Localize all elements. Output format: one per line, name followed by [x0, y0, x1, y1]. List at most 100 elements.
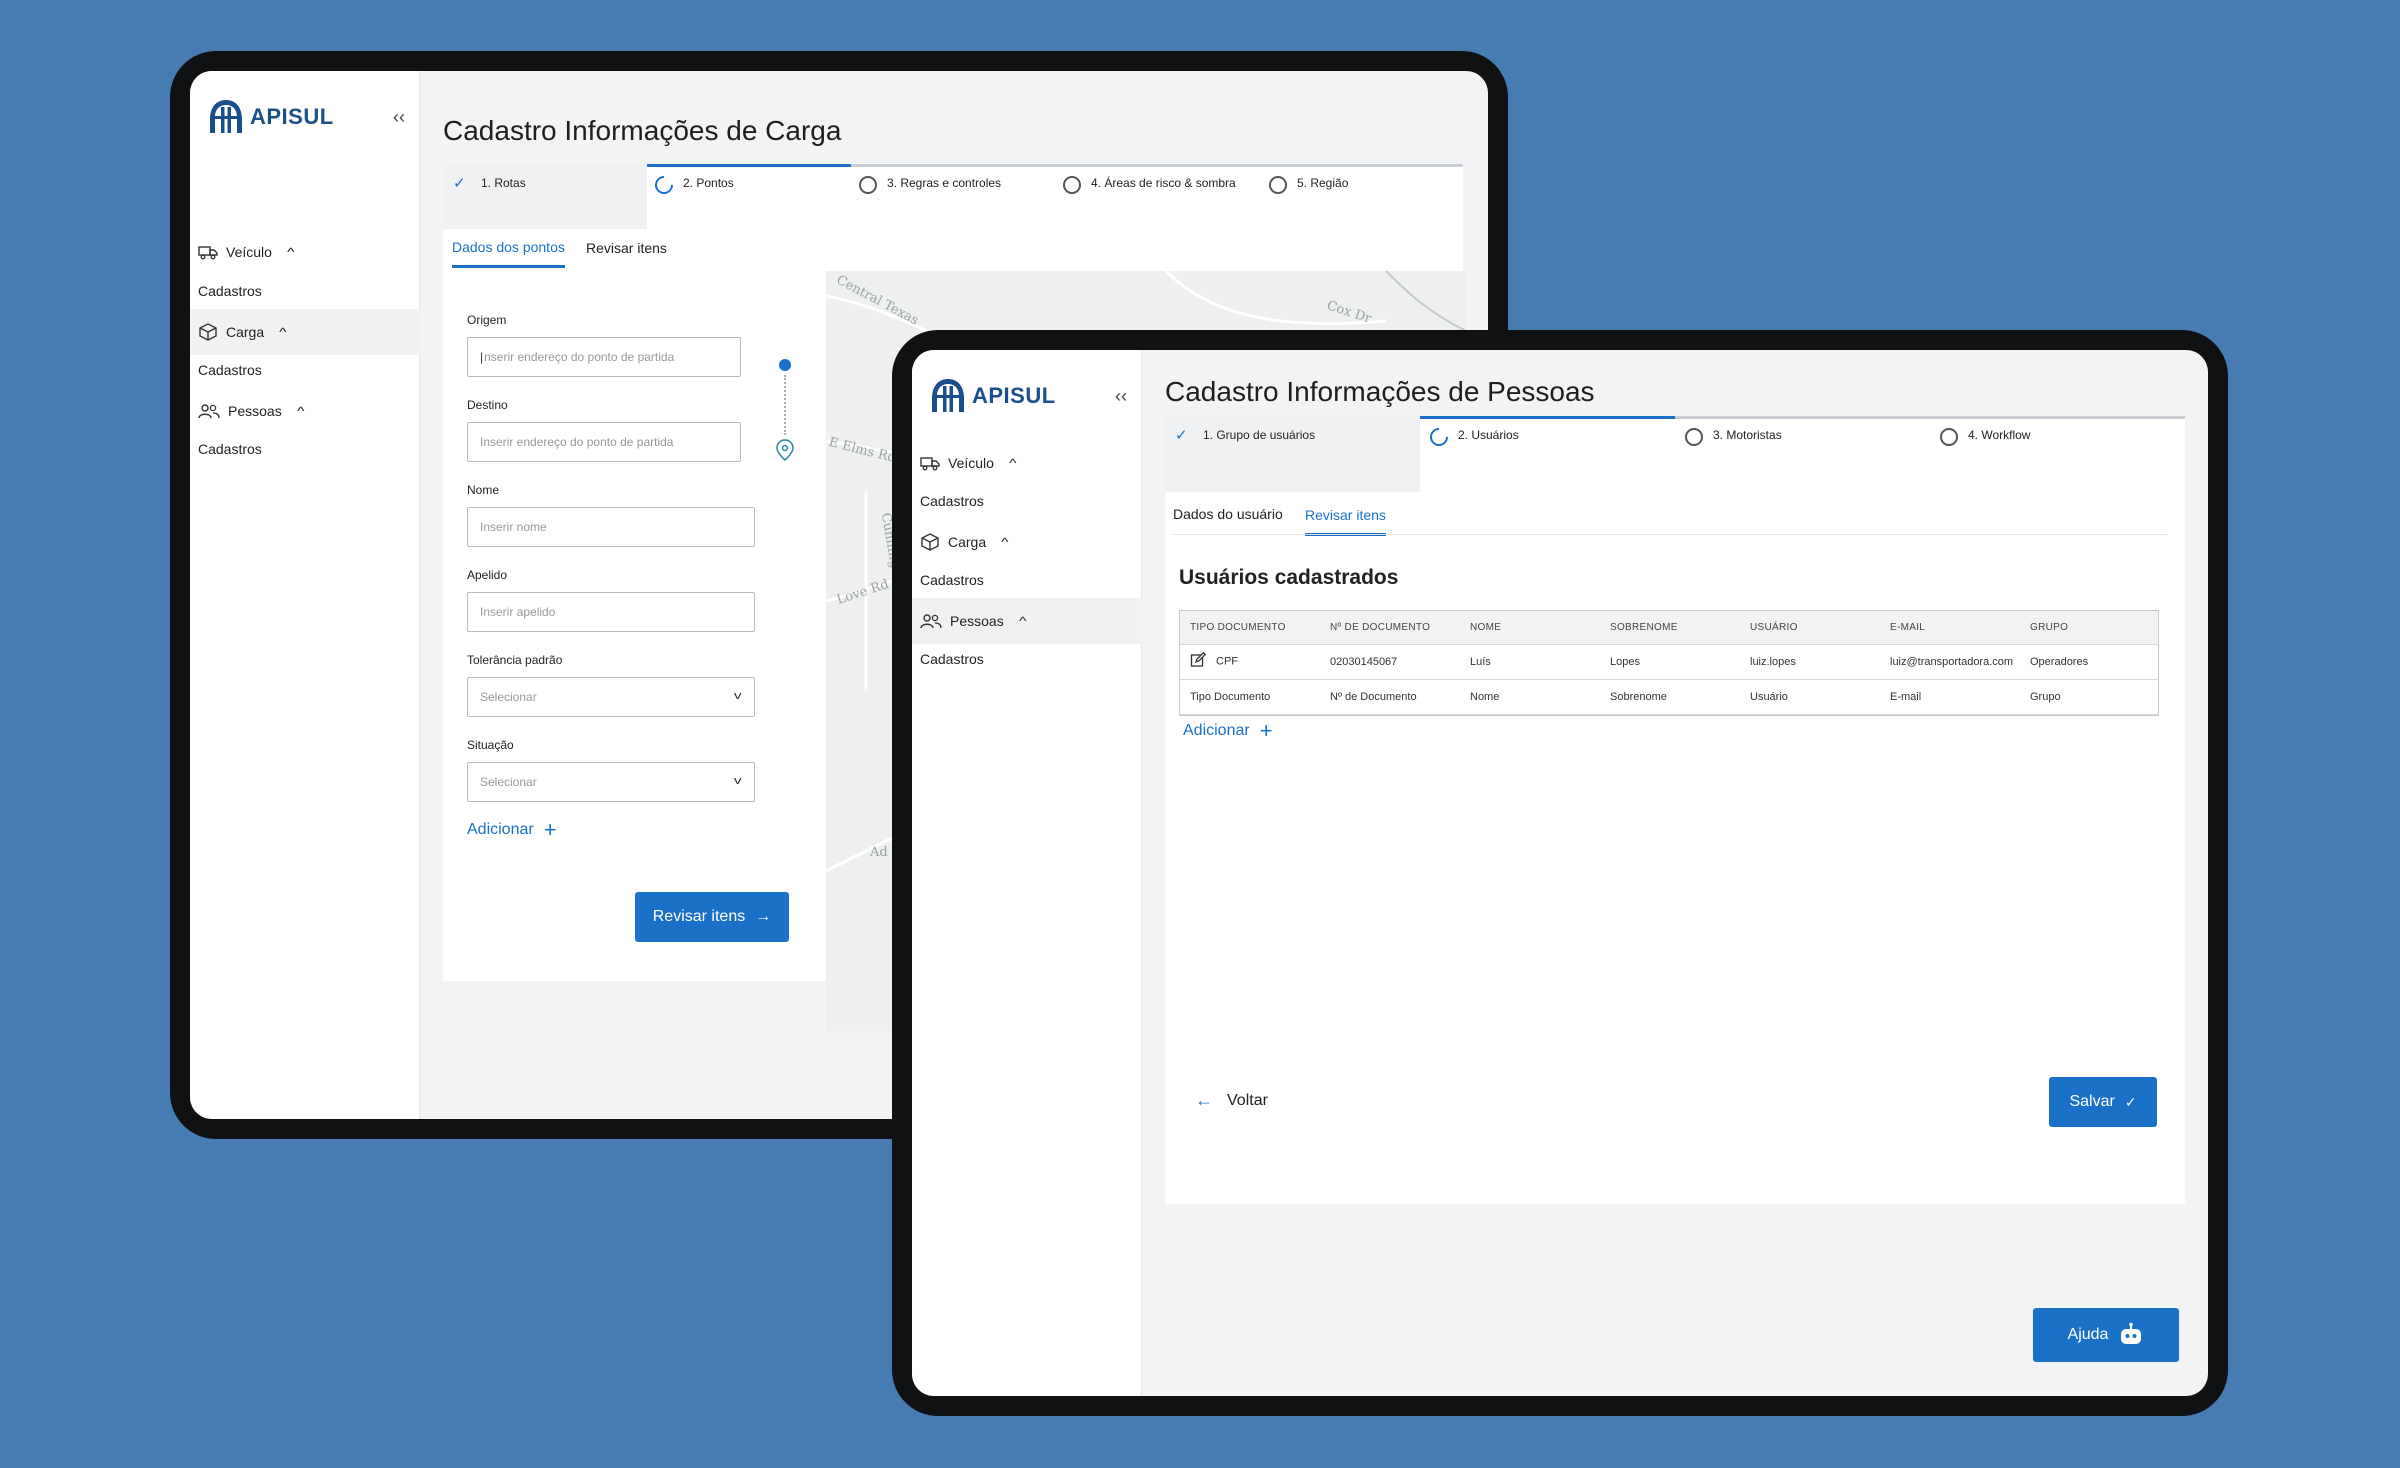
sidebar-subitem-cadastros[interactable]: Cadastros: [198, 441, 262, 457]
edit-icon[interactable]: [1190, 651, 1207, 671]
users-table-wrap: TIPO DOCUMENTO Nº DE DOCUMENTO NOME SOBR…: [1179, 610, 2159, 716]
tab-dados-do-usuario[interactable]: Dados do usuário: [1173, 506, 1283, 532]
step-label: 4. Áreas de risco & sombra: [1091, 176, 1236, 190]
route-connector: [784, 375, 786, 435]
in-progress-icon: [651, 172, 677, 198]
add-label: Adicionar: [467, 821, 534, 838]
select-value: Selecionar: [480, 690, 537, 704]
step-label: 2. Usuários: [1458, 428, 1519, 442]
sidebar-item-carga[interactable]: Carga ^: [912, 519, 1142, 565]
people-icon: [920, 614, 942, 629]
sidebar-subitem-cadastros[interactable]: Cadastros: [920, 651, 984, 667]
sidebar-item-veiculo[interactable]: Veículo ^: [912, 440, 1142, 486]
help-button[interactable]: Ajuda: [2033, 1308, 2179, 1362]
sidebar-subitem-cadastros[interactable]: Cadastros: [920, 572, 984, 588]
step-circle-icon: [859, 176, 877, 194]
chevron-down-icon: v: [733, 690, 742, 702]
box-icon: [921, 533, 939, 551]
table-cell: Nome: [1460, 679, 1600, 715]
table-row[interactable]: Tipo Documento Nº de Documento Nome Sobr…: [1180, 679, 2158, 715]
stepper: ✓ 1. Grupo de usuários 2. Usuários 3. Mo…: [1165, 416, 2185, 492]
step-pontos[interactable]: 2. Pontos: [651, 164, 859, 284]
sidebar: APISUL ‹‹ Veículo ^ Cadastros Carga ^ Ca…: [912, 350, 1142, 1396]
sidebar-item-pessoas[interactable]: Pessoas ^: [190, 388, 420, 434]
sidebar-subitem-cadastros[interactable]: Cadastros: [198, 283, 262, 299]
page-title: Cadastro Informações de Pessoas: [1165, 376, 1595, 407]
front-tablet: APISUL ‹‹ Veículo ^ Cadastros Carga ^ Ca…: [892, 330, 2228, 1416]
table-row[interactable]: CPF 02030145067 Luís Lopes luiz.lopes lu…: [1180, 644, 2158, 680]
sidebar-item-label: Carga: [226, 324, 265, 340]
page-title: Cadastro Informações de Carga: [443, 115, 842, 146]
tolerancia-select[interactable]: Selecionar v: [467, 677, 755, 717]
tab-revisar-itens[interactable]: Revisar itens: [586, 240, 667, 266]
column-header: TIPO DOCUMENTO: [1180, 611, 1320, 645]
step-motoristas[interactable]: 3. Motoristas: [1685, 416, 1930, 492]
table-cell: luiz.lopes: [1740, 644, 1880, 680]
step-circle-icon: [1940, 428, 1958, 446]
save-button[interactable]: Salvar ✓: [2049, 1077, 2157, 1127]
step-grupo-de-usuarios[interactable]: ✓ 1. Grupo de usuários: [1165, 416, 1420, 492]
step-rotas[interactable]: ✓ 1. Rotas: [443, 164, 647, 229]
destino-label: Destino: [467, 398, 508, 412]
table-cell: Operadores: [2020, 644, 2158, 680]
back-button[interactable]: ← Voltar: [1195, 1090, 1268, 1111]
section-title: Usuários cadastrados: [1179, 566, 1399, 589]
sidebar-item-pessoas[interactable]: Pessoas ^: [912, 598, 1142, 644]
step-label: 2. Pontos: [683, 176, 734, 190]
collapse-sidebar-icon[interactable]: ‹‹: [1115, 386, 1127, 407]
apisul-logo: APISUL: [206, 97, 334, 137]
apelido-input[interactable]: Inserir apelido: [467, 592, 755, 632]
table-cell: E-mail: [1880, 679, 2020, 715]
arrow-left-icon: ←: [1195, 1090, 1213, 1110]
sidebar-subitem-cadastros[interactable]: Cadastros: [198, 362, 262, 378]
origem-input[interactable]: | nserir endereço do ponto de partida: [467, 337, 741, 377]
nome-label: Nome: [467, 483, 500, 497]
step-usuarios[interactable]: 2. Usuários: [1426, 416, 1675, 492]
sidebar-item-carga[interactable]: Carga ^: [190, 309, 420, 355]
step-label: 5. Região: [1297, 176, 1349, 190]
review-items-button[interactable]: Revisar itens →: [635, 892, 789, 942]
chevron-up-icon[interactable]: ^: [1019, 614, 1026, 628]
apisul-logo-icon: [932, 379, 964, 412]
chevron-up-icon[interactable]: ^: [287, 245, 294, 259]
table-header-row: TIPO DOCUMENTO Nº DE DOCUMENTO NOME SOBR…: [1180, 611, 2158, 645]
sidebar-item-label: Veículo: [226, 244, 272, 260]
table-cell: Sobrenome: [1600, 679, 1740, 715]
sidebar-item-veiculo[interactable]: Veículo ^: [190, 229, 420, 275]
robot-help-icon: [2121, 1322, 2142, 1344]
add-button[interactable]: Adicionar +: [1183, 720, 1273, 742]
column-header: Nº DE DOCUMENTO: [1320, 611, 1460, 645]
sidebar-item-label: Pessoas: [950, 613, 1004, 629]
chevron-up-icon[interactable]: ^: [1009, 456, 1016, 470]
table-cell: Luís: [1460, 644, 1600, 680]
box-icon: [199, 323, 217, 341]
column-header: GRUPO: [2020, 611, 2158, 645]
step-circle-icon: [1685, 428, 1703, 446]
sidebar-subitem-cadastros[interactable]: Cadastros: [920, 493, 984, 509]
step-areas[interactable]: 4. Áreas de risco & sombra: [1063, 164, 1267, 284]
step-regiao[interactable]: 5. Região: [1269, 164, 1459, 284]
table-cell: CPF: [1180, 644, 1320, 680]
chevron-up-icon[interactable]: ^: [1001, 535, 1008, 549]
nome-input[interactable]: Inserir nome: [467, 507, 755, 547]
chevron-up-icon[interactable]: ^: [297, 404, 304, 418]
collapse-sidebar-icon[interactable]: ‹‹: [393, 107, 405, 128]
step-workflow[interactable]: 4. Workflow: [1940, 416, 2185, 492]
apisul-logo: APISUL: [928, 376, 1056, 416]
destino-input[interactable]: Inserir endereço do ponto de partida: [467, 422, 741, 462]
in-progress-icon: [1426, 424, 1452, 450]
chevron-up-icon[interactable]: ^: [279, 325, 286, 339]
column-header: SOBRENOME: [1600, 611, 1740, 645]
users-table: TIPO DOCUMENTO Nº DE DOCUMENTO NOME SOBR…: [1180, 611, 2158, 715]
step-label: 1. Grupo de usuários: [1203, 428, 1316, 442]
origem-label: Origem: [467, 313, 507, 327]
step-circle-icon: [1063, 176, 1081, 194]
tab-revisar-itens[interactable]: Revisar itens: [1305, 507, 1386, 536]
situacao-select[interactable]: Selecionar v: [467, 762, 755, 802]
check-icon: ✓: [2124, 1093, 2137, 1110]
tab-dados-dos-pontos[interactable]: Dados dos pontos: [452, 239, 565, 268]
step-regras[interactable]: 3. Regras e controles: [859, 164, 1063, 284]
add-label: Adicionar: [1183, 722, 1250, 739]
form-panel: Origem | nserir endereço do ponto de part…: [443, 271, 826, 981]
add-button[interactable]: Adicionar +: [467, 819, 557, 841]
